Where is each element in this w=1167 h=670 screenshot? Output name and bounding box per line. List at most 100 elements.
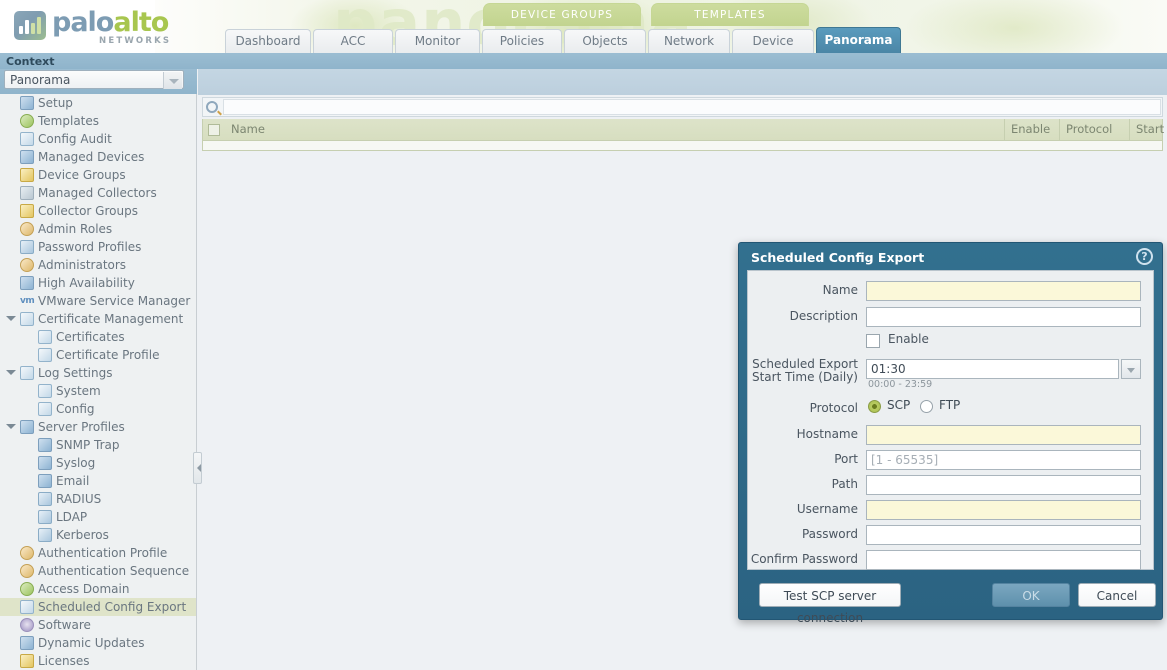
sidebar-item-certificate-management[interactable]: Certificate Management xyxy=(0,310,196,328)
name-input[interactable] xyxy=(866,281,1141,301)
sidebar-item-administrators[interactable]: Administrators xyxy=(0,256,196,274)
table-column-header-start-t[interactable]: Start T xyxy=(1130,119,1167,141)
tab-dashboard[interactable]: Dashboard xyxy=(225,29,311,53)
managed-devices-icon xyxy=(20,150,34,164)
protocol-label: Protocol xyxy=(809,401,858,415)
vmware-icon xyxy=(20,292,34,310)
main-tab-strip: Dashboard ACC Monitor Policies Objects Networ… xyxy=(0,27,1167,53)
port-input[interactable] xyxy=(866,450,1141,470)
select-all-checkbox[interactable] xyxy=(208,124,220,136)
sidebar-collapse-handle[interactable] xyxy=(193,452,202,484)
expand-twisty-icon[interactable] xyxy=(6,316,16,321)
sidebar-item-managed-devices[interactable]: Managed Devices xyxy=(0,148,196,166)
protocol-radio-scp[interactable] xyxy=(868,400,881,413)
high-availability-icon xyxy=(20,276,34,290)
scheduled-config-export-icon xyxy=(20,600,34,614)
sidebar-item-scheduled-config-export[interactable]: Scheduled Config Export xyxy=(0,598,196,616)
sidebar-item-collector-groups[interactable]: Collector Groups xyxy=(0,202,196,220)
sidebar-item-config-audit[interactable]: Config Audit xyxy=(0,130,196,148)
search-row xyxy=(202,97,1163,117)
confirm-password-input[interactable] xyxy=(866,550,1141,570)
protocol-radio-ftp[interactable] xyxy=(920,400,933,413)
sidebar-item-kerberos[interactable]: Kerberos xyxy=(0,526,196,544)
kerberos-icon xyxy=(38,528,52,542)
sidebar-item-label: Certificate Profile xyxy=(56,348,160,362)
tab-panorama[interactable]: Panorama xyxy=(816,27,901,53)
sidebar-item-authentication-profile[interactable]: Authentication Profile xyxy=(0,544,196,562)
group-tab-device-groups[interactable]: DEVICE GROUPS xyxy=(483,3,641,26)
setup-icon xyxy=(20,96,34,110)
sidebar-item-certificates[interactable]: Certificates xyxy=(0,328,196,346)
sidebar-item-ldap[interactable]: LDAP xyxy=(0,508,196,526)
chevron-down-icon[interactable] xyxy=(163,72,182,89)
ok-button[interactable]: OK xyxy=(992,583,1070,607)
sidebar-item-radius[interactable]: RADIUS xyxy=(0,490,196,508)
expand-twisty-icon[interactable] xyxy=(6,370,16,375)
description-input[interactable] xyxy=(866,307,1141,327)
sidebar-item-email[interactable]: Email xyxy=(0,472,196,490)
test-connection-button[interactable]: Test SCP server connection xyxy=(759,583,901,625)
sidebar-item-server-profiles[interactable]: Server Profiles xyxy=(0,418,196,436)
group-tab-templates[interactable]: TEMPLATES xyxy=(651,3,809,26)
sidebar-item-label: Licenses xyxy=(38,654,90,668)
certificate-management-icon xyxy=(20,312,34,326)
sidebar-item-snmp-trap[interactable]: SNMP Trap xyxy=(0,436,196,454)
password-input[interactable] xyxy=(866,525,1141,545)
sidebar-item-label: Server Profiles xyxy=(38,420,125,434)
sidebar-item-templates[interactable]: Templates xyxy=(0,112,196,130)
expand-twisty-icon[interactable] xyxy=(6,424,16,429)
start-time-chevron-down-icon[interactable] xyxy=(1121,359,1141,379)
sidebar-item-setup[interactable]: Setup xyxy=(0,94,196,112)
tab-network[interactable]: Network xyxy=(648,29,730,53)
username-input[interactable] xyxy=(866,500,1141,520)
table-column-header-name[interactable]: Name xyxy=(225,119,1005,141)
table-column-header-enable[interactable]: Enable xyxy=(1005,119,1060,141)
tab-acc[interactable]: ACC xyxy=(313,29,393,53)
sidebar-item-managed-collectors[interactable]: Managed Collectors xyxy=(0,184,196,202)
sidebar-item-label: Log Settings xyxy=(38,366,113,380)
sidebar-item-licenses[interactable]: Licenses xyxy=(0,652,196,670)
sidebar-item-system[interactable]: System xyxy=(0,382,196,400)
sidebar-item-authentication-sequence[interactable]: Authentication Sequence xyxy=(0,562,196,580)
start-time-label-line2: Start Time (Daily) xyxy=(751,370,858,384)
sidebar-item-admin-roles[interactable]: Admin Roles xyxy=(0,220,196,238)
sidebar-item-vmware-service-manager[interactable]: VMware Service Manager xyxy=(0,292,196,310)
sidebar-item-label: VMware Service Manager xyxy=(38,294,191,308)
sidebar-item-certificate-profile[interactable]: Certificate Profile xyxy=(0,346,196,364)
enable-checkbox[interactable] xyxy=(866,334,880,348)
path-input[interactable] xyxy=(866,475,1141,495)
sidebar-item-label: Certificate Management xyxy=(38,312,184,326)
sidebar-item-log-settings[interactable]: Log Settings xyxy=(0,364,196,382)
sidebar-item-config[interactable]: Config xyxy=(0,400,196,418)
table-column-header-protocol[interactable]: Protocol xyxy=(1060,119,1130,141)
system-log-icon xyxy=(38,384,52,398)
search-input[interactable] xyxy=(223,99,1161,115)
content-header-bar xyxy=(198,69,1167,95)
tab-monitor[interactable]: Monitor xyxy=(395,29,480,53)
context-dropdown[interactable]: Panorama xyxy=(4,70,184,89)
sidebar-item-label: Device Groups xyxy=(38,168,126,182)
sidebar-item-syslog[interactable]: Syslog xyxy=(0,454,196,472)
sidebar-item-software[interactable]: Software xyxy=(0,616,196,634)
sidebar-item-access-domain[interactable]: Access Domain xyxy=(0,580,196,598)
hostname-input[interactable] xyxy=(866,425,1141,445)
cancel-button[interactable]: Cancel xyxy=(1078,583,1156,607)
licenses-icon xyxy=(20,654,34,668)
sidebar-item-device-groups[interactable]: Device Groups xyxy=(0,166,196,184)
field-row-password: Password xyxy=(748,525,1153,547)
sidebar-item-dynamic-updates[interactable]: Dynamic Updates xyxy=(0,634,196,652)
start-time-input[interactable] xyxy=(866,359,1119,379)
sidebar-item-label: Setup xyxy=(38,96,73,110)
sidebar-item-label: Authentication Profile xyxy=(38,546,168,560)
sidebar-item-label: SNMP Trap xyxy=(56,438,120,452)
help-icon[interactable]: ? xyxy=(1136,248,1153,265)
field-row-description: Description xyxy=(748,307,1153,329)
search-icon[interactable] xyxy=(206,101,218,113)
sidebar-item-password-profiles[interactable]: Password Profiles xyxy=(0,238,196,256)
admin-roles-icon xyxy=(20,222,34,236)
tab-policies[interactable]: Policies xyxy=(482,29,562,53)
tab-objects[interactable]: Objects xyxy=(564,29,646,53)
scheduled-config-export-dialog: Scheduled Config Export ? Name Descripti… xyxy=(738,242,1163,625)
sidebar-item-high-availability[interactable]: High Availability xyxy=(0,274,196,292)
tab-device[interactable]: Device xyxy=(732,29,814,53)
